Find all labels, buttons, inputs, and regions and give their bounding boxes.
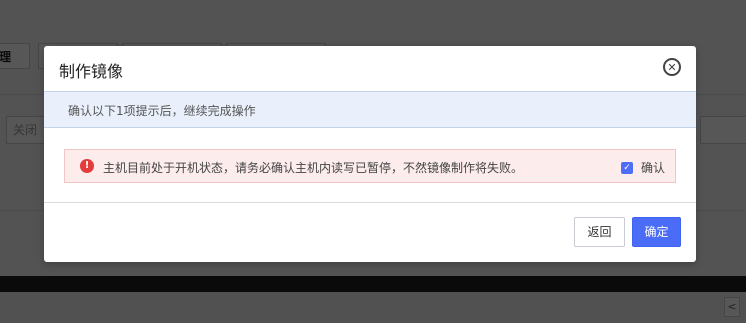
info-text: 确认以下1项提示后，继续完成操作 [68, 104, 256, 118]
error-glyph: ! [84, 160, 90, 171]
dialog-title: 制作镜像 [59, 62, 124, 81]
ok-button[interactable]: 确定 [632, 217, 681, 247]
close-icon[interactable]: ✕ [663, 58, 681, 76]
alert-text: 主机目前处于开机状态，请务必确认主机内读写已暂停，不然镜像制作将失败。 [103, 161, 524, 175]
info-bar: 确认以下1项提示后，继续完成操作 [44, 91, 696, 128]
make-image-dialog: 制作镜像 ✕ 确认以下1项提示后，继续完成操作 ! 主机目前处于开机状态，请务必… [44, 46, 696, 262]
dialog-header: 制作镜像 ✕ [44, 46, 696, 91]
close-glyph: ✕ [667, 60, 677, 74]
warning-alert: ! 主机目前处于开机状态，请务必确认主机内读写已暂停，不然镜像制作将失败。 ✓ … [64, 149, 676, 183]
confirm-label[interactable]: 确认 [641, 159, 665, 176]
confirm-checkbox-group[interactable]: ✓ 确认 [621, 159, 665, 176]
confirm-checkbox[interactable]: ✓ [621, 161, 633, 174]
error-icon: ! [80, 159, 94, 173]
footer-divider [44, 202, 696, 203]
back-button[interactable]: 返回 [574, 217, 625, 247]
